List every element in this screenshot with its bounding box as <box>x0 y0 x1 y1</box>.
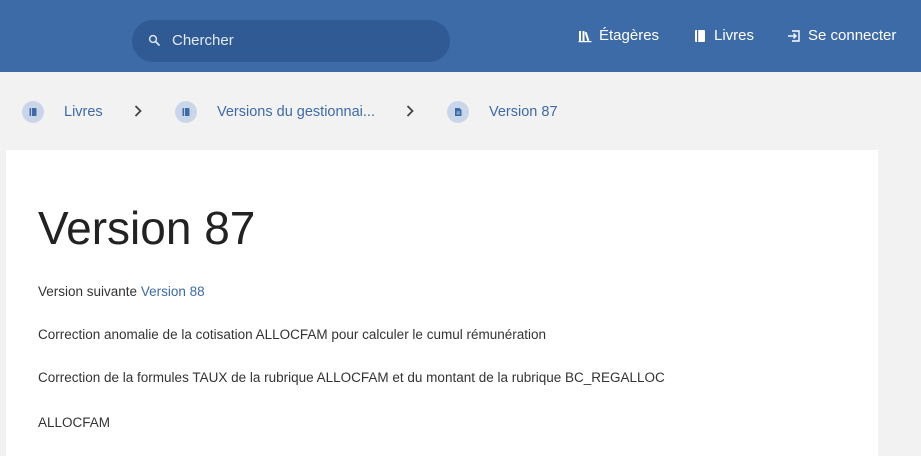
nav-login-label: Se connecter <box>808 27 897 44</box>
next-version-prefix: Version suivante <box>38 284 138 299</box>
nav-shelves-link[interactable]: Étagères <box>578 24 659 48</box>
page-icon <box>447 101 469 123</box>
chevron-right-icon <box>406 105 414 117</box>
next-version-link[interactable]: Version 88 <box>141 284 205 299</box>
breadcrumb-page-label: Version 87 <box>489 104 558 120</box>
content-paragraph: ALLOCFAM <box>38 415 111 430</box>
page-content: Version 87 Version suivante Version 88 C… <box>6 150 878 456</box>
search-input[interactable]: Chercher <box>132 20 450 62</box>
breadcrumb: Livres Versions du gestionnai... Version… <box>0 72 921 150</box>
books-icon <box>22 101 44 123</box>
search-icon <box>148 34 160 46</box>
book-icon <box>695 30 705 42</box>
breadcrumb-book[interactable]: Versions du gestionnai... <box>175 101 375 123</box>
chevron-right-icon <box>134 105 142 117</box>
breadcrumb-books[interactable]: Livres <box>22 101 103 123</box>
next-version-paragraph: Version suivante Version 88 <box>38 283 205 301</box>
nav-shelves-label: Étagères <box>599 27 660 44</box>
breadcrumb-page[interactable]: Version 87 <box>447 101 558 123</box>
book-icon <box>175 101 197 123</box>
content-paragraph: Correction anomalie de la cotisation ALL… <box>38 327 546 342</box>
content-paragraph: Correction de la formules TAUX de la rub… <box>38 370 665 385</box>
search-placeholder: Chercher <box>172 32 234 49</box>
nav-books-label: Livres <box>714 27 755 44</box>
breadcrumb-book-label: Versions du gestionnai... <box>217 104 375 120</box>
nav-login-link[interactable]: Se connecter <box>787 24 896 48</box>
nav-books-link[interactable]: Livres <box>693 24 754 48</box>
login-icon <box>788 30 800 42</box>
shelves-icon <box>578 31 592 43</box>
breadcrumb-books-label: Livres <box>64 104 103 120</box>
top-bar: Chercher Étagères Livres Se connecter <box>0 0 921 72</box>
page-title: Version 87 <box>38 202 256 254</box>
